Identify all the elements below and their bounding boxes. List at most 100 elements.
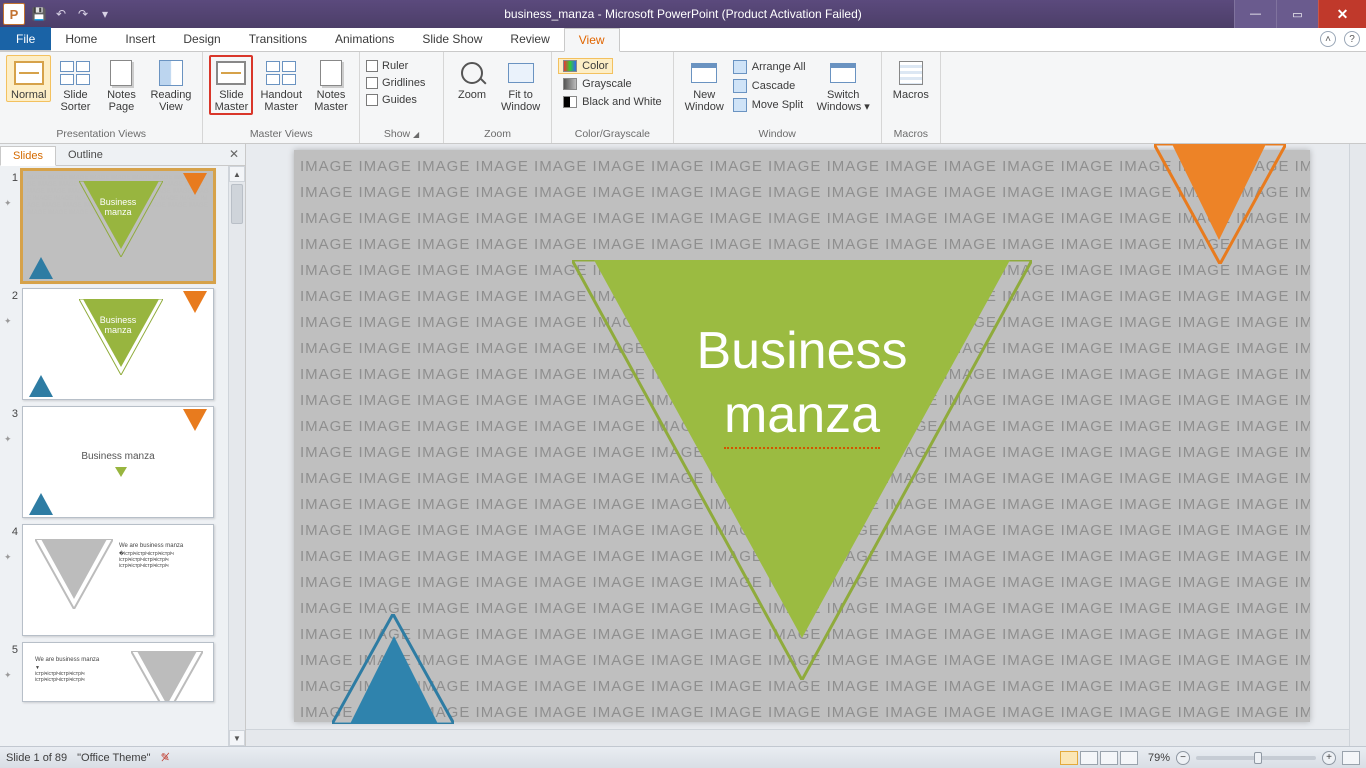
thumb-title: Business manza: [23, 197, 213, 217]
tab-view[interactable]: View: [564, 28, 620, 52]
tab-design[interactable]: Design: [169, 27, 234, 51]
black-white-button[interactable]: Black and White: [558, 94, 666, 110]
ruler-checkbox[interactable]: Ruler: [366, 59, 408, 73]
view-normal-icon[interactable]: [1060, 751, 1078, 765]
grayscale-button[interactable]: Grayscale: [558, 76, 637, 92]
thumb-content: We are business manza▼істрічістрічістріч…: [35, 657, 99, 683]
color-button[interactable]: Color: [558, 58, 613, 74]
zoom-out-button[interactable]: −: [1176, 751, 1190, 765]
notes-master-label: Notes Master: [314, 89, 348, 113]
tab-file[interactable]: File: [0, 27, 51, 51]
guides-checkbox[interactable]: Guides: [366, 93, 417, 107]
zoom-value: 79%: [1148, 752, 1170, 764]
slides-panel: Slides Outline ✕ ▲▼ 1 ✦ IMAGE IMAGE IMAGE…: [0, 144, 246, 746]
titlebar: P 💾 ↶ ↷ ▾ business_manza - Microsoft Pow…: [0, 0, 1366, 28]
thumbnail-2[interactable]: Business manza: [22, 288, 214, 400]
window-controls: — ▭ ✕: [1234, 0, 1366, 28]
slide-master-label: Slide Master: [215, 89, 249, 113]
group-label: Color/Grayscale: [558, 126, 666, 143]
switch-windows-label: Switch Windows: [817, 89, 862, 113]
thumb-number: 4: [4, 524, 18, 538]
gridlines-label: Gridlines: [382, 77, 425, 89]
zoom-slider[interactable]: [1196, 756, 1316, 760]
zoom-button[interactable]: Zoom: [450, 55, 494, 102]
group-label: Master Views: [209, 126, 353, 143]
dropdown-icon: ▾: [864, 101, 870, 113]
group-color: Color Grayscale Black and White Color/Gr…: [552, 52, 673, 143]
handout-master-button[interactable]: Handout Master: [255, 55, 307, 114]
normal-view-label: Normal: [11, 89, 46, 101]
move-split-button[interactable]: Move Split: [733, 97, 806, 113]
thumbnail-5[interactable]: We are business manza▼істрічістрічістріч…: [22, 642, 214, 702]
macros-button[interactable]: Macros: [888, 55, 934, 102]
view-slideshow-icon[interactable]: [1120, 751, 1138, 765]
slide-canvas[interactable]: IMAGE IMAGE IMAGE IMAGE IMAGE IMAGE IMAG…: [294, 150, 1310, 722]
panel-close-icon[interactable]: ✕: [229, 147, 239, 161]
qat-more-icon[interactable]: ▾: [97, 6, 113, 22]
tab-review[interactable]: Review: [496, 27, 563, 51]
window-title: business_manza - Microsoft PowerPoint (P…: [0, 7, 1366, 21]
save-icon[interactable]: 💾: [31, 6, 47, 22]
help-icon[interactable]: ?: [1344, 31, 1360, 47]
zoom-in-button[interactable]: +: [1322, 751, 1336, 765]
tab-animations[interactable]: Animations: [321, 27, 408, 51]
color-label: Color: [582, 60, 608, 72]
thumb-number: 5: [4, 642, 18, 656]
tab-slideshow[interactable]: Slide Show: [408, 27, 496, 51]
undo-icon[interactable]: ↶: [53, 6, 69, 22]
slide-sorter-button[interactable]: Slide Sorter: [53, 55, 97, 114]
switch-windows-button[interactable]: Switch Windows ▾: [812, 55, 875, 114]
triangle-orange: [1172, 144, 1266, 240]
fit-to-window-button[interactable]: Fit to Window: [496, 55, 545, 114]
slide-title-line1: Business: [697, 322, 908, 380]
new-window-label: New Window: [685, 89, 724, 113]
redo-icon[interactable]: ↷: [75, 6, 91, 22]
normal-view-button[interactable]: Normal: [6, 55, 51, 102]
thumb-row: 5✦ We are business manza▼істрічістрічіст…: [4, 642, 243, 702]
view-sorter-icon[interactable]: [1080, 751, 1098, 765]
zoom-fit-button[interactable]: [1342, 751, 1360, 765]
arrange-all-button[interactable]: Arrange All: [733, 59, 806, 75]
group-label: Macros: [888, 126, 934, 143]
thumbnail-3[interactable]: Business manza: [22, 406, 214, 518]
group-show: Ruler Gridlines Guides Show ◢: [360, 52, 444, 143]
thumbnail-1[interactable]: IMAGE IMAGE IMAGE IMAGE IMAGE IMAGE IMAG…: [22, 170, 214, 282]
cascade-button[interactable]: Cascade: [733, 78, 806, 94]
thumbnail-4[interactable]: We are business manza�істрічістрічістріч…: [22, 524, 214, 636]
triangle-green: [594, 260, 1010, 638]
zoom-label: Zoom: [458, 89, 486, 101]
notes-page-button[interactable]: Notes Page: [99, 55, 143, 114]
notes-master-button[interactable]: Notes Master: [309, 55, 353, 114]
tab-home[interactable]: Home: [51, 27, 111, 51]
new-window-button[interactable]: New Window: [680, 55, 729, 114]
group-label: Window: [680, 126, 875, 143]
thumb-title: Business manza: [23, 451, 213, 462]
thumb-row: 4✦ We are business manza�істрічістрічіст…: [4, 524, 243, 636]
slide-master-button[interactable]: Slide Master: [209, 55, 253, 115]
view-shortcuts: [1060, 751, 1138, 765]
tab-transitions[interactable]: Transitions: [235, 27, 321, 51]
spellcheck-icon[interactable]: ✎̸: [161, 751, 170, 764]
gridlines-checkbox[interactable]: Gridlines: [366, 76, 425, 90]
reading-view-label: Reading View: [150, 89, 191, 113]
tab-insert[interactable]: Insert: [111, 27, 169, 51]
thumb-scrollbar[interactable]: ▲▼: [228, 166, 245, 746]
minimize-ribbon-icon[interactable]: ˄: [1320, 31, 1336, 47]
panel-tab-slides[interactable]: Slides: [0, 146, 56, 166]
minimize-button[interactable]: —: [1234, 0, 1276, 28]
stage-scrollbar-vertical[interactable]: [1349, 144, 1366, 746]
animation-icon: ✦: [4, 420, 18, 445]
stage-scrollbar-horizontal[interactable]: [246, 729, 1349, 746]
view-reading-icon[interactable]: [1100, 751, 1118, 765]
notes-page-label: Notes Page: [107, 89, 136, 113]
slide-title[interactable]: Business manza: [294, 318, 1310, 449]
close-button[interactable]: ✕: [1318, 0, 1366, 28]
reading-view-button[interactable]: Reading View: [145, 55, 196, 114]
app-icon: P: [3, 3, 25, 25]
thumb-number: 1: [4, 170, 18, 184]
slide-title-line2: manza: [724, 385, 880, 449]
maximize-button[interactable]: ▭: [1276, 0, 1318, 28]
macros-label: Macros: [893, 89, 929, 101]
panel-tab-outline[interactable]: Outline: [56, 146, 115, 164]
ribbon-help: ˄ ?: [1320, 31, 1360, 47]
